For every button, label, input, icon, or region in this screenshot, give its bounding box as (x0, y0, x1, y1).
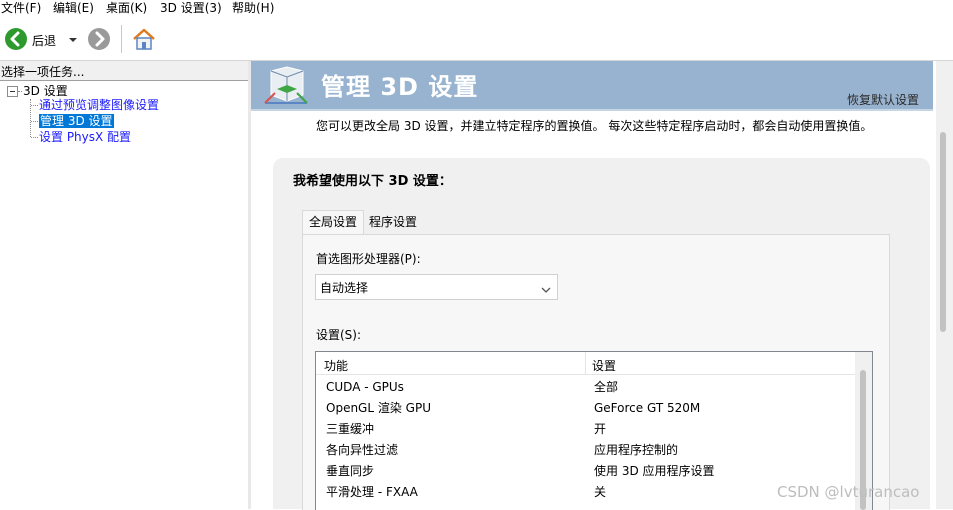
column-header-setting[interactable]: 设置 (592, 357, 616, 374)
page-banner: 管理 3D 设置 恢复默认设置 (251, 61, 933, 109)
gpu-select-value: 自动选择 (320, 281, 369, 295)
table-row[interactable]: 三重缓冲 开 (316, 419, 855, 440)
menu-help[interactable]: 帮助(H) (232, 1, 274, 16)
settings-label: 设置(S): (316, 328, 362, 342)
watermark: CSDN @lvturancao (777, 483, 920, 501)
row-value: 全部 (594, 380, 619, 394)
table-row[interactable]: 平滑处理 - FXAA 关 (316, 482, 855, 503)
dropdown-arrow-icon[interactable] (68, 34, 78, 44)
row-feature: OpenGL 渲染 GPU (326, 401, 431, 415)
settings-table-header: 功能 设置 (316, 352, 855, 375)
row-feature: 各向异性过滤 (326, 443, 399, 457)
task-pane: 选择一项任务... 3D 设置 通过预览调整图像设置 管理 3D 设置 设置 P… (0, 61, 249, 509)
table-row[interactable]: CUDA - GPUs 全部 (316, 377, 855, 398)
table-row[interactable]: OpenGL 渲染 GPU GeForce GT 520M (316, 398, 855, 419)
tree-root-3d-settings[interactable]: 3D 设置 (23, 84, 68, 98)
sidebar-item-preview-image-settings[interactable]: 通过预览调整图像设置 (39, 98, 159, 112)
restore-defaults-link[interactable]: 恢复默认设置 (847, 91, 919, 108)
row-feature: 三重缓冲 (326, 422, 375, 436)
toolbar: 后退 (0, 17, 953, 61)
content-scrollbar-thumb[interactable] (940, 132, 946, 332)
row-value: 使用 3D 应用程序设置 (594, 464, 715, 478)
back-button[interactable]: 后退 (4, 28, 64, 52)
table-row[interactable]: 各向异性过滤 应用程序控制的 (316, 440, 855, 461)
column-header-feature[interactable]: 功能 (324, 357, 348, 374)
forward-arrow-icon[interactable] (88, 28, 110, 50)
row-feature: 平滑处理 - FXAA (326, 485, 418, 499)
menu-3d-settings[interactable]: 3D 设置(3) (160, 1, 222, 16)
sidebar-item-manage-3d-settings[interactable]: 管理 3D 设置 (39, 114, 114, 128)
row-value: GeForce GT 520M (594, 401, 701, 415)
page-title: 管理 3D 设置 (321, 73, 479, 101)
menu-edit[interactable]: 编辑(E) (53, 1, 94, 16)
back-button-label: 后退 (32, 34, 57, 48)
menu-file[interactable]: 文件(F) (1, 1, 41, 16)
section-title: 我希望使用以下 3D 设置： (293, 174, 452, 189)
sidebar-item-physx-configuration[interactable]: 设置 PhysX 配置 (39, 130, 131, 144)
tab-program-settings[interactable]: 程序设置 (364, 213, 422, 234)
task-pane-header: 选择一项任务... (0, 61, 248, 81)
toolbar-divider (121, 25, 122, 53)
task-pane-title: 选择一项任务... (1, 65, 85, 79)
gpu-select[interactable]: 自动选择 (315, 274, 558, 300)
table-row[interactable]: 垂直同步 使用 3D 应用程序设置 (316, 461, 855, 482)
row-feature: CUDA - GPUs (326, 380, 404, 394)
menu-desktop[interactable]: 桌面(K) (106, 1, 147, 16)
gpu-label: 首选图形处理器(P): (316, 252, 421, 266)
page-description: 您可以更改全局 3D 设置，并建立特定程序的置换值。 每次这些特定程序启动时，都… (316, 119, 873, 133)
row-value: 开 (594, 422, 607, 436)
row-value: 关 (594, 485, 607, 499)
row-value: 应用程序控制的 (594, 443, 679, 457)
row-feature: 垂直同步 (326, 464, 375, 478)
3d-settings-icon (263, 65, 309, 107)
chevron-down-icon (541, 283, 551, 293)
menu-bar: 文件(F) 编辑(E) 桌面(K) 3D 设置(3) 帮助(H) (0, 0, 953, 17)
home-icon[interactable] (132, 27, 156, 51)
collapse-icon[interactable] (7, 86, 18, 97)
tab-global-settings[interactable]: 全局设置 (302, 210, 364, 235)
back-arrow-icon (5, 28, 27, 50)
